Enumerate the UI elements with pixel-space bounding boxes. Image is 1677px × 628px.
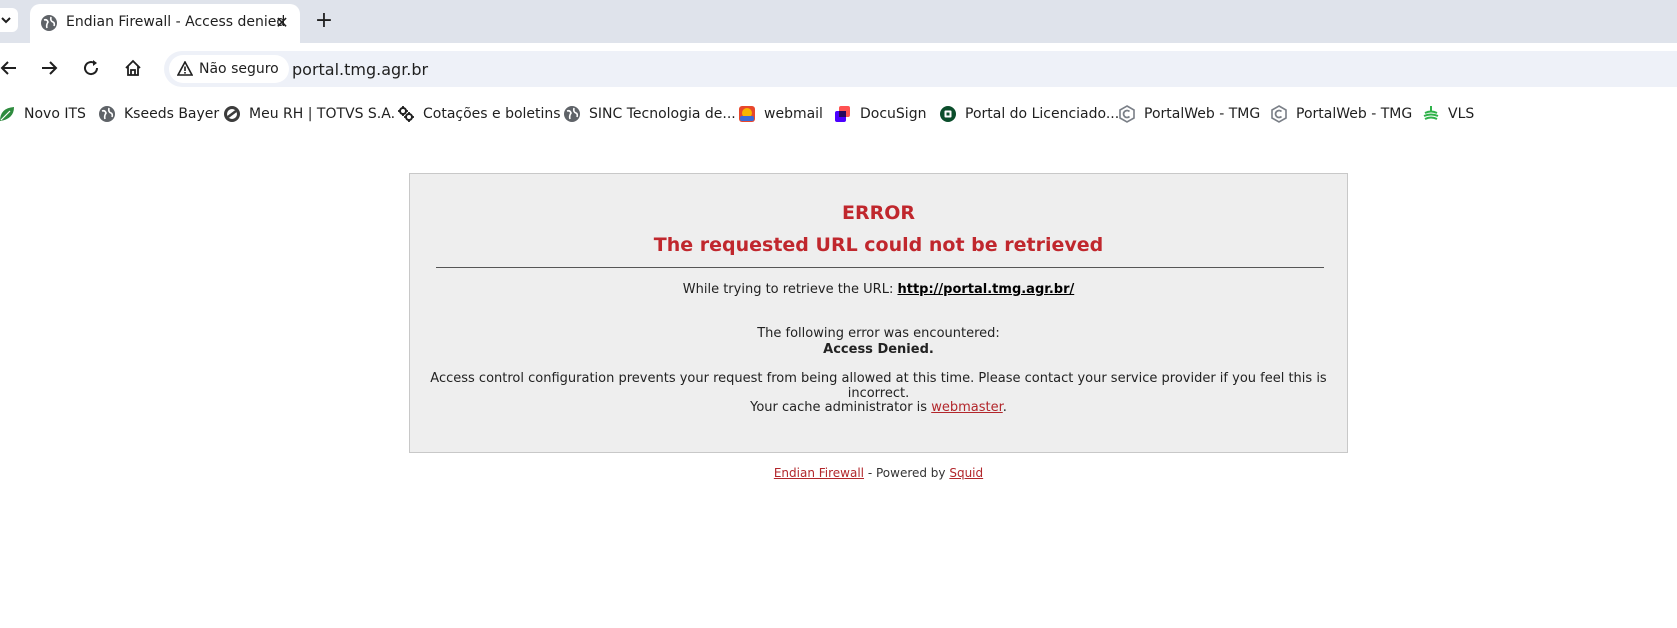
retrieve-prefix: While trying to retrieve the URL: xyxy=(682,282,898,297)
footer-powered-by: - Powered by xyxy=(864,466,950,480)
address-bar[interactable]: Não seguro portal.tmg.agr.br xyxy=(164,51,1677,87)
webmail-icon xyxy=(738,105,756,123)
green-leaf-icon xyxy=(0,105,16,123)
bookmark-label: Meu RH | TOTVS S.A. xyxy=(249,106,396,122)
tab-active[interactable]: Endian Firewall - Access denied ✕ xyxy=(30,4,300,43)
bookmark-label: Novo ITS xyxy=(24,106,86,122)
back-arrow-icon[interactable] xyxy=(0,55,22,81)
bookmark-meu-rh[interactable]: Meu RH | TOTVS S.A. xyxy=(223,102,395,126)
tab-close-icon[interactable]: ✕ xyxy=(272,12,292,32)
docusign-icon xyxy=(834,105,852,123)
bookmark-label: DocuSign xyxy=(860,106,927,122)
bookmark-label: VLS xyxy=(1448,106,1475,122)
admin-suffix: . xyxy=(1002,400,1007,415)
bookmark-label: Cotações e boletins xyxy=(423,106,561,122)
error-subheading: The requested URL could not be retrieved xyxy=(653,234,1104,256)
home-icon[interactable] xyxy=(120,55,146,81)
bookmark-label: PortalWeb - TMG xyxy=(1296,106,1413,122)
error-description: Access control configuration prevents yo… xyxy=(430,371,1327,401)
bookmark-label: Portal do Licenciado... xyxy=(965,106,1120,122)
bookmark-label: PortalWeb - TMG xyxy=(1144,106,1261,122)
admin-prefix: Your cache administrator is xyxy=(750,400,932,415)
bookmark-sinc[interactable]: SINC Tecnologia de... xyxy=(563,102,736,126)
webmaster-link[interactable]: webmaster xyxy=(931,400,1003,415)
retrieve-url-line: While trying to retrieve the URL: http:/… xyxy=(410,282,1347,297)
squid-link[interactable]: Squid xyxy=(949,466,983,480)
reload-icon[interactable] xyxy=(78,55,104,81)
footer: Endian Firewall - Powered by Squid xyxy=(409,466,1348,480)
bookmark-portalweb-tmg-1[interactable]: PortalWeb - TMG xyxy=(1118,102,1260,126)
gear-cluster-icon xyxy=(397,105,415,123)
bookmark-cotacoes[interactable]: Cotações e boletins xyxy=(397,102,561,126)
bookmark-vls[interactable]: VLS xyxy=(1422,102,1474,126)
new-tab-button[interactable]: + xyxy=(312,8,336,33)
portalweb-icon xyxy=(1118,105,1136,123)
tab-strip: Endian Firewall - Access denied ✕ + xyxy=(0,0,1677,43)
globe-icon xyxy=(563,105,581,123)
url-text[interactable]: portal.tmg.agr.br xyxy=(292,60,428,79)
bookmark-webmail[interactable]: webmail xyxy=(738,102,823,126)
bookmark-portal-licenciado[interactable]: Portal do Licenciado... xyxy=(939,102,1119,126)
forward-arrow-icon[interactable] xyxy=(36,55,62,81)
error-panel: ERROR The requested URL could not be ret… xyxy=(409,173,1348,453)
totvs-icon xyxy=(223,105,241,123)
error-name: Access Denied. xyxy=(823,342,934,357)
green-square-icon xyxy=(939,105,957,123)
bookmark-kseeds-bayer[interactable]: Kseeds Bayer xyxy=(98,102,219,126)
retrieve-url-link[interactable]: http://portal.tmg.agr.br/ xyxy=(897,282,1074,297)
error-heading: ERROR xyxy=(841,202,916,224)
security-chip[interactable]: Não seguro xyxy=(169,55,289,83)
tab-title: Endian Firewall - Access denied xyxy=(66,14,286,30)
bookmark-label: webmail xyxy=(764,106,823,122)
warning-icon xyxy=(177,61,193,76)
browser-toolbar: Não seguro portal.tmg.agr.br xyxy=(0,43,1677,93)
portalweb-icon xyxy=(1270,105,1288,123)
security-label: Não seguro xyxy=(199,61,279,77)
endian-firewall-link[interactable]: Endian Firewall xyxy=(774,466,864,480)
divider xyxy=(436,267,1324,268)
bookmark-label: Kseeds Bayer xyxy=(124,106,220,122)
bookmark-label: SINC Tecnologia de... xyxy=(589,106,736,122)
vls-icon xyxy=(1422,105,1440,123)
bookmark-docusign[interactable]: DocuSign xyxy=(834,102,926,126)
globe-icon xyxy=(40,14,58,32)
bookmark-novo-its[interactable]: Novo ITS xyxy=(0,102,86,126)
tab-search-chevron-icon[interactable] xyxy=(0,8,18,32)
globe-icon xyxy=(98,105,116,123)
bookmark-portalweb-tmg-2[interactable]: PortalWeb - TMG xyxy=(1270,102,1412,126)
admin-line: Your cache administrator is webmaster. xyxy=(410,400,1347,415)
bookmarks-bar: Novo ITS Kseeds Bayer Meu RH | TOTVS S.A… xyxy=(0,98,1677,130)
encountered-text: The following error was encountered: xyxy=(757,326,1000,341)
